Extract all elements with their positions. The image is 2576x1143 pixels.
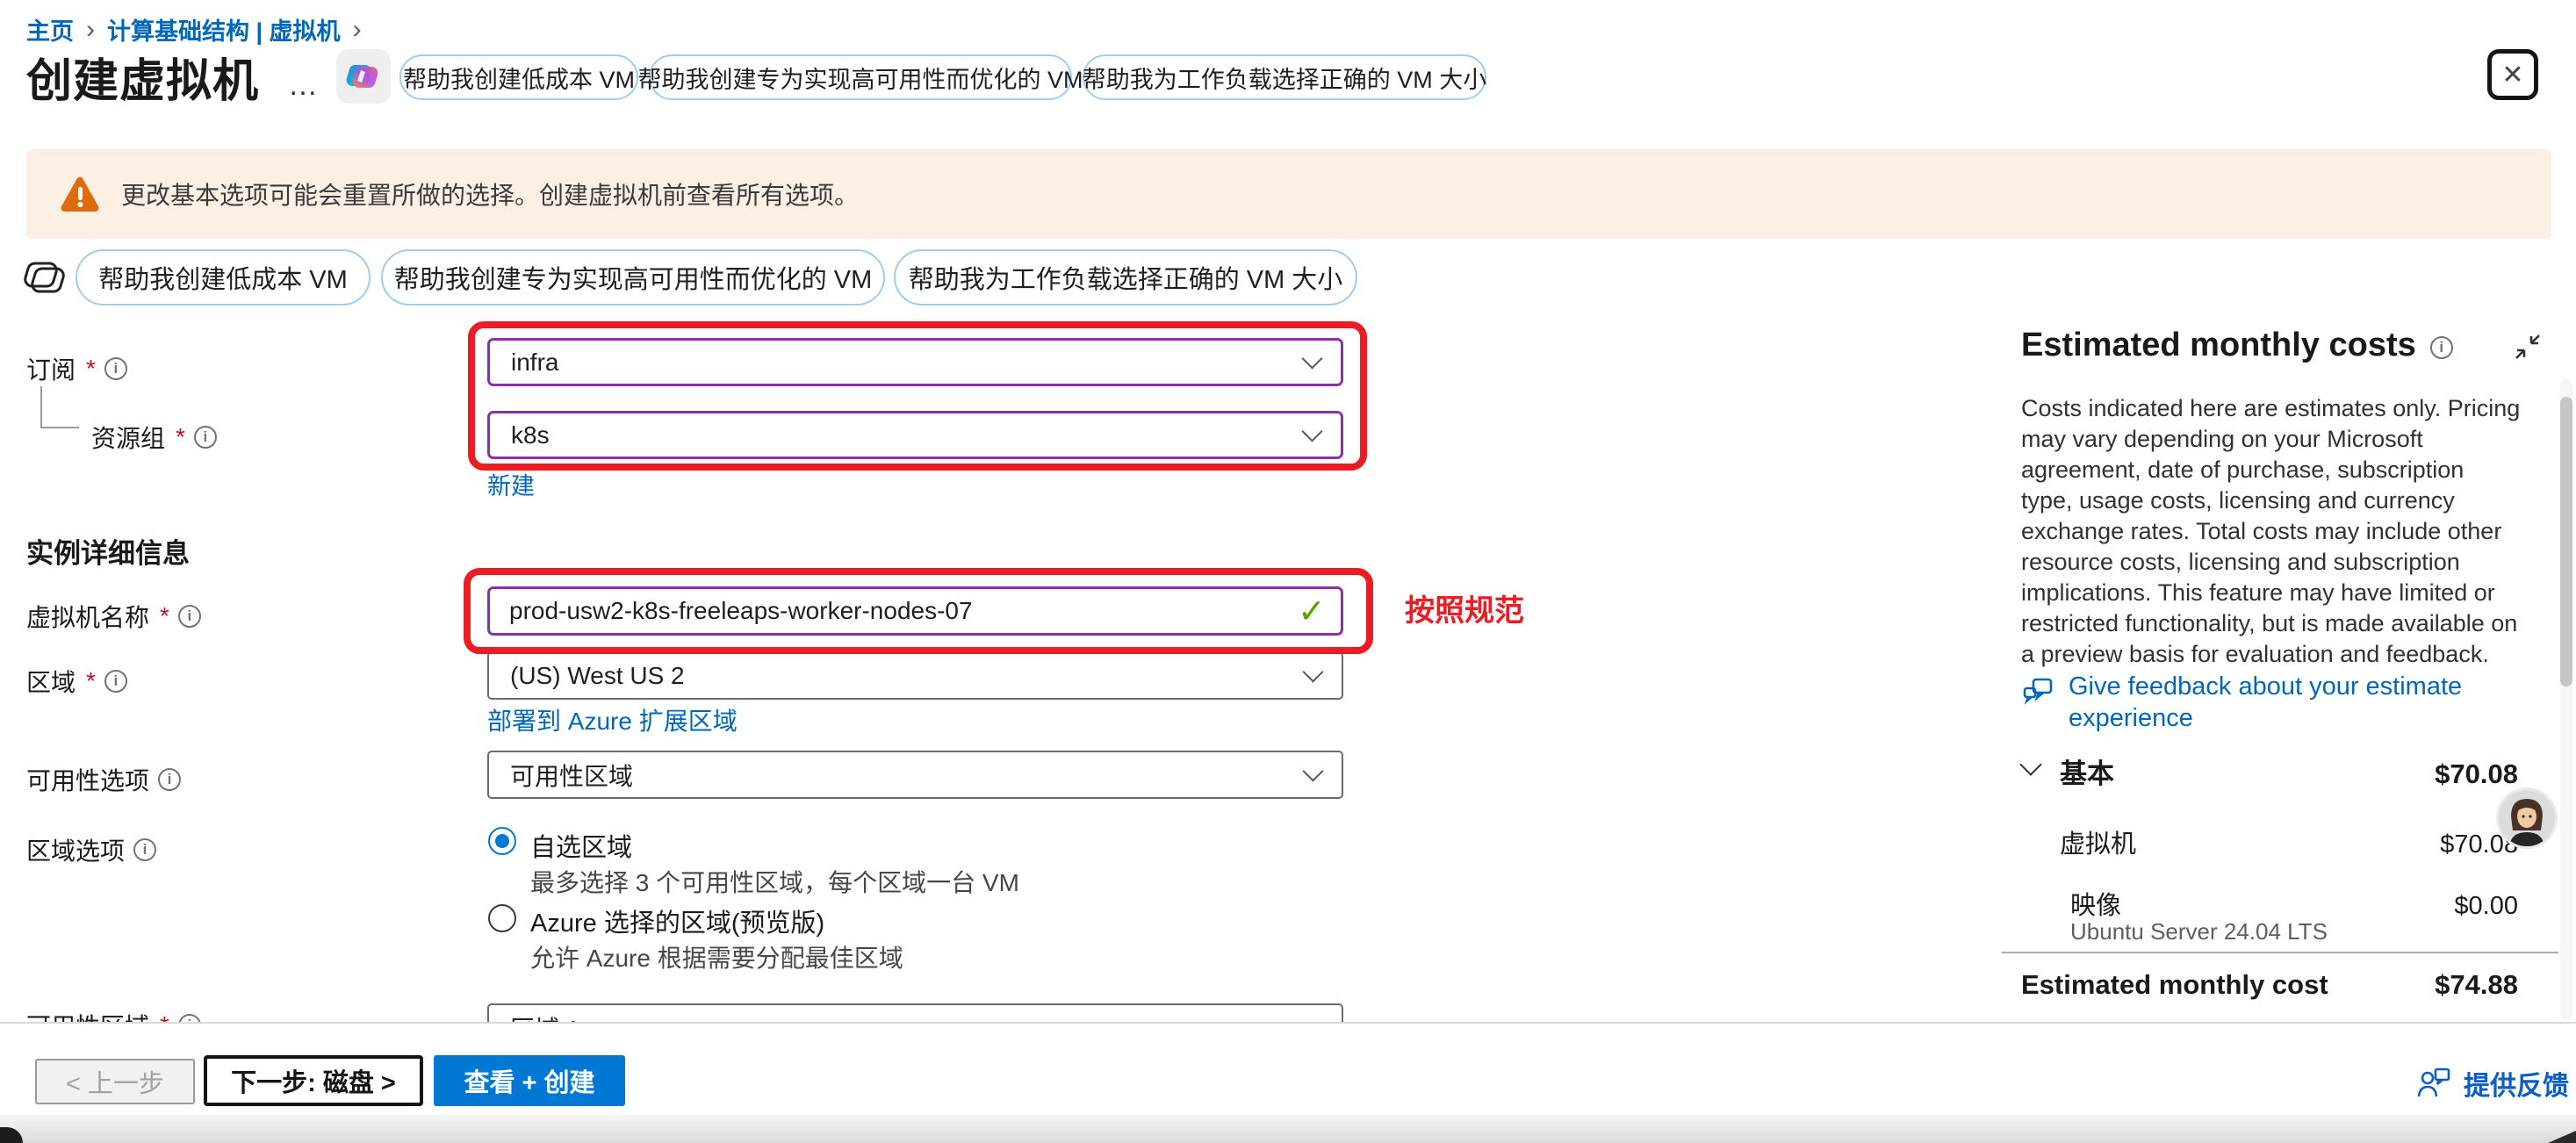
scrollbar-track[interactable]	[2560, 379, 2572, 1020]
resource-group-dropdown[interactable]: k8s	[487, 411, 1343, 459]
region-label: 区域* i	[26, 664, 127, 699]
required-asterisk: *	[160, 602, 169, 630]
cost-total-value: $74.88	[2435, 969, 2518, 1001]
cost-total-row: Estimated monthly cost $74.88	[2021, 969, 2518, 1001]
availability-zones-dropdown[interactable]: 区域 1	[487, 1003, 1343, 1022]
info-icon[interactable]: i	[2430, 336, 2453, 359]
breadcrumb-separator-icon: ›	[353, 15, 362, 45]
breadcrumb: 主页 › 计算基础结构 | 虚拟机 ›	[26, 12, 362, 47]
vm-name-label: 虚拟机名称* i	[26, 599, 201, 634]
availability-zones-label: 可用性区域* i	[26, 1008, 201, 1022]
cost-row-basics[interactable]: 基本 $70.08	[2021, 751, 2518, 791]
estimate-feedback-link[interactable]: Give feedback about your estimate experi…	[2021, 671, 2513, 734]
previous-button[interactable]: < 上一步	[35, 1059, 195, 1104]
valid-check-icon: ✓	[1298, 592, 1326, 631]
required-asterisk: *	[86, 355, 96, 383]
radio-self-selected-zones-desc: 最多选择 3 个可用性区域，每个区域一台 VM	[530, 864, 1019, 899]
edge-zone-link[interactable]: 部署到 Azure 扩展区域	[487, 702, 738, 737]
info-icon[interactable]: i	[104, 670, 127, 693]
feedback-link[interactable]: 提供反馈	[2416, 1064, 2569, 1103]
region-dropdown[interactable]: (US) West US 2	[487, 651, 1343, 700]
tree-connector	[40, 386, 42, 427]
create-new-link[interactable]: 新建	[487, 467, 535, 501]
breadcrumb-home-link[interactable]: 主页	[26, 12, 74, 47]
suggestion-vm-size-button[interactable]: 帮助我为工作负载选择正确的 VM 大小	[1083, 54, 1486, 100]
chevron-down-icon	[1302, 661, 1323, 682]
availability-options-label: 可用性选项 i	[26, 762, 181, 797]
annotation-text: 按照规范	[1405, 586, 1524, 629]
scrollbar-thumb[interactable]	[2560, 397, 2572, 687]
collapse-panel-icon[interactable]	[2513, 332, 2543, 366]
cost-value: $70.08	[2435, 758, 2518, 790]
next-disks-button[interactable]: 下一步: 磁盘 >	[204, 1055, 423, 1106]
close-icon: ✕	[2501, 60, 2523, 90]
close-button[interactable]: ✕	[2487, 49, 2538, 100]
info-icon[interactable]: i	[133, 838, 156, 861]
warning-icon	[60, 176, 100, 212]
section-title: 实例详细信息	[26, 531, 190, 571]
info-icon[interactable]: i	[104, 357, 127, 380]
resource-group-label: 资源组* i	[91, 420, 217, 455]
page-title: 创建虚拟机	[26, 44, 259, 110]
suggestion-vm-size-button[interactable]: 帮助我为工作负载选择正确的 VM 大小	[894, 249, 1357, 306]
copilot-outline-icon	[23, 253, 68, 306]
chevron-down-icon	[1301, 348, 1322, 369]
cost-value: $0.00	[2454, 892, 2518, 921]
tree-connector	[40, 427, 79, 428]
breadcrumb-separator-icon: ›	[86, 15, 95, 45]
cost-row-image: 映像 $0.00	[2021, 885, 2518, 922]
bottom-strip	[0, 1115, 2576, 1143]
radio-azure-selected-zones-label[interactable]: Azure 选择的区域(预览版)	[530, 902, 824, 939]
clipped-form-row: 可用性区域* i 区域 1	[0, 966, 1756, 1022]
warning-banner: 更改基本选项可能会重置所做的选择。创建虚拟机前查看所有选项。	[26, 149, 2551, 239]
vm-name-input[interactable]	[487, 586, 1343, 636]
feedback-bubbles-icon	[2021, 674, 2056, 709]
more-options-button[interactable]: …	[288, 68, 320, 103]
cost-divider	[2002, 952, 2558, 953]
suggestion-low-cost-vm-button[interactable]: 帮助我创建低成本 VM	[76, 249, 371, 306]
radio-self-selected-zones-label[interactable]: 自选区域	[530, 827, 632, 864]
subscription-dropdown[interactable]: infra	[487, 338, 1343, 386]
chevron-down-icon	[1301, 421, 1322, 442]
warning-text: 更改基本选项可能会重置所做的选择。创建虚拟机前查看所有选项。	[121, 176, 859, 212]
info-icon[interactable]: i	[194, 426, 217, 449]
suggestion-low-cost-vm-button[interactable]: 帮助我创建低成本 VM	[399, 54, 638, 100]
radio-self-selected-zones[interactable]	[488, 827, 516, 855]
copilot-icon	[345, 58, 382, 95]
info-icon[interactable]: i	[158, 768, 181, 791]
subscription-label: 订阅* i	[26, 351, 127, 386]
cost-disclaimer: Costs indicated here are estimates only.…	[2021, 393, 2522, 670]
cost-row-image-sub: Ubuntu Server 24.04 LTS	[2070, 918, 2328, 945]
cost-panel-title: Estimated monthly costs i	[2021, 327, 2453, 364]
breadcrumb-section-link[interactable]: 计算基础结构 | 虚拟机	[107, 12, 341, 47]
availability-options-dropdown[interactable]: 可用性区域	[487, 751, 1343, 799]
review-create-button[interactable]: 查看 + 创建	[434, 1055, 625, 1106]
zone-options-label: 区域选项 i	[26, 832, 156, 867]
chevron-down-icon	[1302, 760, 1323, 781]
assistant-avatar[interactable]	[2499, 790, 2555, 846]
person-feedback-icon	[2416, 1068, 2451, 1099]
radio-azure-selected-zones[interactable]	[488, 904, 516, 932]
cost-row-vm: 虚拟机 $70.08	[2021, 823, 2518, 860]
info-icon[interactable]: i	[178, 605, 201, 628]
chevron-down-icon	[1302, 1013, 1323, 1022]
copilot-button[interactable]	[336, 49, 391, 104]
info-icon: i	[178, 1014, 201, 1022]
required-asterisk: *	[176, 423, 185, 451]
suggestion-high-availability-vm-button[interactable]: 帮助我创建专为实现高可用性而优化的 VM	[649, 54, 1072, 100]
suggestion-high-availability-vm-button[interactable]: 帮助我创建专为实现高可用性而优化的 VM	[381, 249, 885, 306]
required-asterisk: *	[86, 667, 96, 695]
